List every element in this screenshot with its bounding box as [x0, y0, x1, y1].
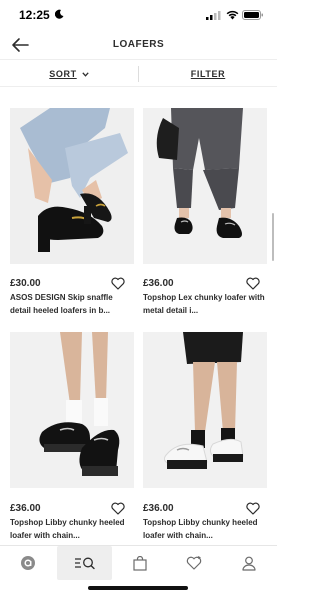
- product-title[interactable]: Topshop Libby chunky heeled loafer with …: [143, 517, 267, 542]
- account-icon: [241, 556, 256, 571]
- tab-home[interactable]: [0, 546, 55, 580]
- product-card[interactable]: £36.00 Topshop Libby chunky heeled loafe…: [10, 332, 134, 545]
- tab-search[interactable]: [57, 546, 112, 580]
- product-title[interactable]: Topshop Libby chunky heeled loafer with …: [10, 517, 134, 542]
- signal-icon: [206, 11, 221, 20]
- tab-saved[interactable]: [166, 546, 221, 580]
- product-photo-loafer-trousers: [143, 108, 267, 264]
- tab-bar: [0, 545, 277, 580]
- heart-icon[interactable]: [246, 502, 260, 515]
- heart-icon[interactable]: [246, 277, 260, 290]
- filter-button[interactable]: FILTER: [139, 61, 277, 87]
- saved-items-icon: [186, 556, 201, 570]
- header: LOAFERS: [0, 30, 277, 60]
- wifi-icon: [226, 10, 239, 20]
- search-icon: [74, 557, 95, 570]
- heart-icon[interactable]: [111, 502, 125, 515]
- product-title[interactable]: Topshop Lex chunky loafer with metal det…: [143, 292, 267, 317]
- product-photo-chunky-loafer-socks: [10, 332, 134, 488]
- product-price: £36.00: [10, 503, 41, 514]
- home-indicator: [88, 586, 188, 590]
- status-bar: 12:25: [0, 0, 277, 30]
- product-image[interactable]: [143, 332, 267, 488]
- tab-account[interactable]: [221, 546, 276, 580]
- product-image[interactable]: [143, 108, 267, 264]
- product-price: £36.00: [143, 503, 174, 514]
- sort-filter-bar: SORT FILTER: [0, 61, 277, 87]
- battery-icon: [242, 10, 263, 20]
- status-time: 12:25: [19, 8, 50, 22]
- product-grid: £30.00 ASOS DESIGN Skip snaffle detail h…: [0, 88, 277, 545]
- product-card[interactable]: £36.00 Topshop Lex chunky loafer with me…: [143, 88, 267, 318]
- chevron-down-icon: [82, 71, 89, 77]
- product-image[interactable]: [10, 332, 134, 488]
- heart-icon[interactable]: [111, 277, 125, 290]
- product-title[interactable]: ASOS DESIGN Skip snaffle detail heeled l…: [10, 292, 134, 317]
- sort-button[interactable]: SORT: [0, 61, 138, 87]
- scrollbar[interactable]: [272, 213, 274, 261]
- tab-bag[interactable]: [112, 546, 167, 580]
- page-title: LOAFERS: [112, 39, 165, 50]
- bag-icon: [132, 555, 147, 571]
- sort-label: SORT: [49, 69, 77, 79]
- moon-icon: [55, 9, 64, 19]
- filter-label: FILTER: [190, 69, 226, 79]
- product-image[interactable]: [10, 108, 134, 264]
- product-card[interactable]: £30.00 ASOS DESIGN Skip snaffle detail h…: [10, 88, 134, 318]
- product-price: £36.00: [143, 278, 174, 289]
- product-photo-loafer-jeans: [10, 108, 134, 264]
- product-photo-white-loafer: [143, 332, 267, 488]
- product-price: £30.00: [10, 278, 41, 289]
- product-card[interactable]: £36.00 Topshop Libby chunky heeled loafe…: [143, 332, 267, 545]
- asos-logo-icon: [20, 556, 35, 570]
